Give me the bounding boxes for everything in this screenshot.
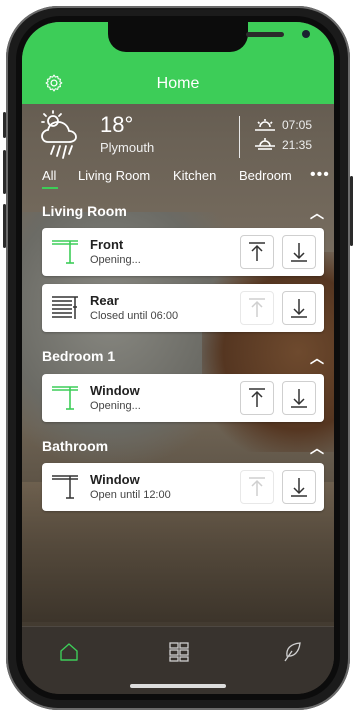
section-header-living-room[interactable]: Living Room ︿ (42, 203, 332, 221)
open-button[interactable] (240, 381, 274, 415)
chevron-up-icon[interactable]: ︿ (310, 438, 324, 458)
active-tab-indicator (42, 187, 58, 189)
more-tabs-icon[interactable]: ••• (310, 166, 330, 184)
city-name: Plymouth (100, 140, 155, 155)
tab-kitchen[interactable]: Kitchen (173, 168, 216, 183)
leaf-icon[interactable] (282, 641, 304, 663)
device-status: Opening... (90, 400, 141, 412)
room-tabs: All Living Room Kitchen Bedroom ••• (22, 166, 334, 192)
open-button[interactable] (240, 235, 274, 269)
device-card[interactable]: Front Opening... (42, 228, 324, 276)
grid-icon[interactable] (168, 641, 190, 663)
arrow-up-bar-icon (249, 477, 265, 496)
chevron-up-icon[interactable]: ︿ (310, 348, 324, 368)
chevron-up-icon[interactable]: ︿ (310, 203, 324, 223)
arrow-up-bar-icon (249, 298, 265, 317)
sunrise-icon (255, 119, 275, 131)
home-icon[interactable] (58, 641, 80, 663)
device-name: Rear (90, 293, 119, 308)
open-button[interactable] (240, 291, 274, 325)
shutter-closed-icon (52, 296, 78, 319)
arrow-down-bar-icon (291, 299, 307, 318)
open-button[interactable] (240, 470, 274, 504)
sunset-icon (255, 138, 275, 150)
shutter-open-icon (52, 240, 78, 264)
device-name: Window (90, 383, 140, 398)
arrow-down-bar-icon (291, 243, 307, 262)
close-button[interactable] (282, 381, 316, 415)
device-name: Front (90, 237, 124, 252)
page-title: Home (156, 75, 200, 92)
tab-all[interactable]: All (42, 168, 56, 183)
section-title: Living Room (42, 203, 127, 219)
section-title: Bathroom (42, 438, 109, 454)
device-status: Open until 12:00 (90, 489, 171, 501)
device-card[interactable]: Window Open until 12:00 (42, 463, 324, 511)
silent-switch (3, 112, 6, 138)
volume-up-button (3, 150, 6, 194)
cloud-rain-sun-icon (41, 110, 77, 159)
sunrise-row: 07:05 (254, 118, 312, 132)
arrow-up-bar-icon (249, 242, 265, 261)
sunrise-time: 07:05 (282, 118, 313, 132)
device-status: Opening... (90, 254, 141, 266)
device-card[interactable]: Rear Closed until 06:00 (42, 284, 324, 332)
app-screen: Home 18° Plymouth 07:05 21:35 All Living… (22, 22, 334, 694)
close-button[interactable] (282, 470, 316, 504)
shutter-open-icon (52, 475, 78, 499)
temperature: 18° (100, 112, 134, 137)
section-header-bathroom[interactable]: Bathroom ︿ (42, 438, 332, 456)
tab-bedroom[interactable]: Bedroom (239, 168, 292, 183)
tab-living-room[interactable]: Living Room (78, 168, 150, 183)
close-button[interactable] (282, 235, 316, 269)
device-status: Closed until 06:00 (90, 310, 179, 322)
phone-notch (108, 22, 310, 52)
close-button[interactable] (282, 291, 316, 325)
sunset-row: 21:35 (254, 138, 312, 152)
arrow-down-bar-icon (291, 389, 307, 408)
front-camera (302, 30, 310, 38)
section-header-bedroom-1[interactable]: Bedroom 1 ︿ (42, 348, 332, 366)
section-title: Bedroom 1 (42, 348, 116, 364)
sunset-time: 21:35 (282, 138, 313, 152)
earpiece-speaker (246, 32, 284, 37)
volume-down-button (3, 204, 6, 248)
arrow-down-bar-icon (291, 478, 307, 497)
device-name: Window (90, 472, 140, 487)
shutter-open-icon (52, 386, 78, 410)
arrow-up-bar-icon (249, 388, 265, 407)
divider (239, 116, 240, 158)
power-button (350, 176, 353, 246)
home-indicator[interactable] (130, 684, 226, 688)
device-card[interactable]: Window Opening... (42, 374, 324, 422)
